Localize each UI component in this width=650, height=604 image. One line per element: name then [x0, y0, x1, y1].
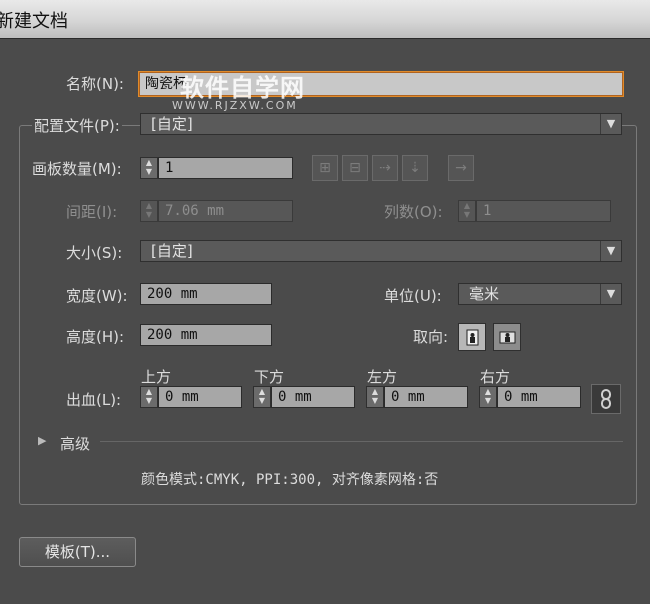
arrange-by-row-icon[interactable]: ⇢	[372, 155, 398, 181]
link-bleed-button[interactable]	[591, 384, 621, 414]
profile-value: [自定]	[151, 115, 193, 133]
stepper-up-icon: ▲	[258, 387, 266, 396]
chevron-down-icon: ▼	[600, 284, 621, 304]
bleed-right-input[interactable]: 0 mm	[497, 386, 581, 408]
artboard-count-input[interactable]: 1	[158, 157, 293, 179]
portrait-icon	[466, 329, 479, 346]
landscape-icon	[499, 331, 516, 344]
stepper-down-icon: ▼	[371, 396, 379, 405]
bleed-left-label: 左方	[367, 368, 398, 386]
columns-label: 列数(O):	[384, 203, 443, 221]
profile-label: 配置文件(P):	[32, 115, 122, 136]
bleed-label: 出血(L):	[66, 391, 122, 409]
columns-input: 1	[476, 200, 611, 222]
settings-group	[19, 125, 637, 505]
stepper-down-icon: ▼	[484, 396, 492, 405]
artboard-count-label: 画板数量(M):	[32, 160, 122, 178]
units-value: 毫米	[469, 285, 500, 303]
disclosure-triangle-icon[interactable]: ▶	[38, 434, 46, 447]
size-dropdown[interactable]: [自定] ▼	[140, 240, 622, 262]
bleed-left-stepper[interactable]: ▲ ▼	[366, 386, 384, 408]
stepper-up-icon: ▲	[484, 387, 492, 396]
stepper-down-icon: ▼	[258, 396, 266, 405]
bleed-left-input[interactable]: 0 mm	[384, 386, 468, 408]
bleed-right-stepper[interactable]: ▲ ▼	[479, 386, 497, 408]
bleed-bottom-input[interactable]: 0 mm	[271, 386, 355, 408]
spacing-label: 间距(I):	[66, 203, 118, 221]
size-value: [自定]	[151, 242, 193, 260]
stepper-down-icon: ▼	[145, 210, 153, 219]
advanced-toggle[interactable]: 高级	[60, 433, 90, 454]
bleed-bottom-stepper[interactable]: ▲ ▼	[253, 386, 271, 408]
units-dropdown[interactable]: 毫米 ▼	[458, 283, 622, 305]
height-input[interactable]: 200 mm	[140, 324, 272, 346]
right-to-left-layout-icon[interactable]: →	[448, 155, 474, 181]
chevron-down-icon: ▼	[600, 241, 621, 261]
stepper-up-icon: ▲	[371, 387, 379, 396]
width-label: 宽度(W):	[66, 287, 128, 305]
templates-button[interactable]: 模板(T)...	[19, 537, 136, 567]
size-label: 大小(S):	[66, 244, 123, 262]
chevron-down-icon: ▼	[600, 114, 621, 134]
stepper-up-icon: ▲	[463, 201, 471, 210]
grid-by-column-icon[interactable]: ⊟	[342, 155, 368, 181]
stepper-up-icon: ▲	[145, 387, 153, 396]
stepper-up-icon: ▲	[145, 201, 153, 210]
advanced-divider	[100, 441, 623, 442]
grid-by-row-icon[interactable]: ⊞	[312, 155, 338, 181]
chain-link-icon	[601, 389, 611, 409]
stepper-down-icon: ▼	[145, 167, 153, 176]
stepper-down-icon: ▼	[463, 210, 471, 219]
name-label: 名称(N):	[66, 75, 124, 93]
bleed-top-stepper[interactable]: ▲ ▼	[140, 386, 158, 408]
units-label: 单位(U):	[384, 287, 442, 305]
window-title: 新建文档	[0, 11, 68, 32]
landscape-orientation-button[interactable]	[493, 323, 521, 351]
arrange-by-column-icon[interactable]: ⇣	[402, 155, 428, 181]
portrait-orientation-button[interactable]	[458, 323, 486, 351]
stepper-down-icon: ▼	[145, 396, 153, 405]
stepper-up-icon: ▲	[145, 158, 153, 167]
document-name-input[interactable]: 陶瓷杯	[138, 71, 624, 97]
bleed-right-label: 右方	[480, 368, 511, 386]
bleed-bottom-label: 下方	[254, 368, 285, 386]
title-bar: 新建文档	[0, 0, 650, 39]
bleed-top-label: 上方	[141, 368, 172, 386]
height-label: 高度(H):	[66, 328, 125, 346]
spacing-stepper: ▲ ▼	[140, 200, 158, 222]
columns-stepper: ▲ ▼	[458, 200, 476, 222]
artboard-count-stepper[interactable]: ▲ ▼	[140, 157, 158, 179]
orientation-label: 取向:	[413, 328, 449, 346]
document-summary: 颜色模式:CMYK, PPI:300, 对齐像素网格:否	[141, 472, 439, 488]
bleed-top-input[interactable]: 0 mm	[158, 386, 242, 408]
profile-dropdown[interactable]: [自定] ▼	[140, 113, 622, 135]
width-input[interactable]: 200 mm	[140, 283, 272, 305]
spacing-input: 7.06 mm	[158, 200, 293, 222]
